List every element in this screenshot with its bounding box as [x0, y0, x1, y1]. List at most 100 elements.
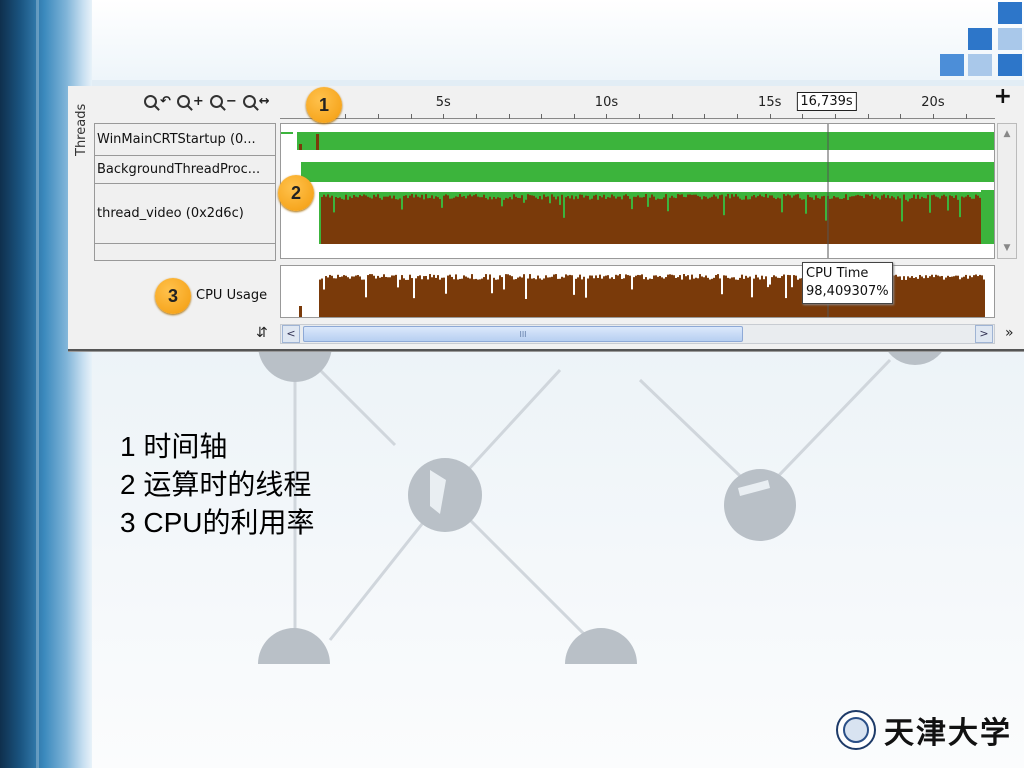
thread-video-activity: [377, 194, 379, 244]
thread-video-activity: [605, 198, 607, 244]
cpu-usage-bar: [369, 274, 371, 317]
thread-video-activity: [945, 196, 947, 244]
cpu-usage-bar: [589, 275, 591, 317]
thread-video-activity: [569, 198, 571, 244]
thread-video-activity: [831, 198, 833, 244]
thread-video-activity: [655, 199, 657, 244]
thread-video-activity: [907, 201, 909, 244]
thread-video-activity: [811, 197, 813, 244]
thread-video-activity: [477, 196, 479, 244]
thread-video-activity: [451, 198, 453, 244]
more-icon[interactable]: »: [1005, 325, 1014, 341]
thread-video-activity: [551, 194, 553, 244]
thread-video-activity: [799, 198, 801, 244]
thread-video-activity: [791, 197, 793, 244]
thread-video-activity: [429, 197, 431, 244]
zoom-out-button[interactable]: −: [209, 95, 237, 108]
thread-video-activity: [687, 194, 689, 244]
add-button[interactable]: +: [994, 84, 1012, 109]
zoom-in-button[interactable]: +: [176, 95, 204, 108]
thread-video-activity: [649, 197, 651, 244]
thread-video-activity: [943, 194, 945, 244]
thread-video-activity: [641, 197, 643, 244]
thread-video-activity: [859, 195, 861, 244]
cpu-usage-bar: [639, 275, 641, 317]
thread-video-activity: [703, 196, 705, 244]
university-logo: 天津大学: [836, 708, 1012, 752]
thread-video-activity: [537, 198, 539, 244]
profiler-window: ↶ + − ↔ 5s 10s 15s 20s 16,739s + Threads Win…: [68, 84, 1024, 351]
thread-row-label[interactable]: WinMainCRTStartup (0...: [95, 124, 275, 156]
horizontal-scrollbar[interactable]: < III >: [280, 324, 995, 344]
thread-video-activity: [583, 197, 585, 244]
thread-row-label[interactable]: BackgroundThreadProc...: [95, 156, 275, 184]
thread-video-activity: [931, 195, 933, 244]
cpu-usage-bar: [415, 278, 417, 317]
cpu-usage-bar: [501, 277, 503, 317]
callout-badge-2: 2: [278, 175, 314, 211]
scroll-right-button[interactable]: >: [975, 325, 993, 343]
cpu-usage-bar: [373, 275, 375, 317]
vertical-scrollbar[interactable]: ▲ ▼: [997, 123, 1017, 259]
cpu-usage-bar: [641, 274, 643, 317]
thread-video-activity: [709, 197, 711, 244]
thread-video-activity: [679, 194, 681, 244]
thread-video-activity: [625, 194, 627, 244]
thread-video-activity: [893, 197, 895, 244]
thread-video-activity: [761, 196, 763, 244]
thread-row-label[interactable]: thread_video (0x2d6c): [95, 184, 275, 244]
cpu-usage-bar: [337, 274, 339, 317]
seal-icon: [836, 710, 876, 750]
cpu-usage-bar: [785, 298, 787, 317]
thread-video-activity: [375, 196, 377, 244]
swap-icon[interactable]: ⇵: [256, 325, 268, 341]
scroll-thumb[interactable]: III: [303, 326, 743, 342]
thread-video-activity: [615, 198, 617, 244]
thread-video-activity: [413, 197, 415, 244]
thread-video-activity: [365, 195, 367, 244]
thread-video-activity: [819, 198, 821, 244]
thread-video-activity: [411, 194, 413, 244]
thread-video-activity: [905, 199, 907, 244]
thread-video-activity: [643, 196, 645, 244]
time-cursor-label[interactable]: 16,739s: [796, 92, 857, 111]
thread-video-activity: [973, 198, 975, 244]
scroll-down-icon[interactable]: ▼: [1000, 241, 1014, 255]
timeline-ruler[interactable]: 5s 10s 15s 20s 16,739s: [280, 86, 995, 122]
thread-video-activity: [463, 196, 465, 244]
cpu-usage-bar: [721, 294, 723, 317]
caption-item: 2 运算时的线程: [120, 469, 312, 500]
cpu-usage-bar: [727, 277, 729, 317]
cpu-usage-bar: [967, 278, 969, 317]
thread-video-activity: [757, 196, 759, 244]
cpu-usage-bar: [553, 274, 555, 317]
cpu-usage-bar: [539, 278, 541, 317]
ruler-tick: [704, 114, 706, 119]
scroll-up-icon[interactable]: ▲: [1000, 127, 1014, 141]
zoom-undo-button[interactable]: ↶: [144, 95, 171, 108]
cpu-usage-bar: [595, 275, 597, 317]
thread-video-activity: [845, 194, 847, 244]
thread-video-activity: [919, 198, 921, 244]
cpu-usage-bar: [569, 274, 571, 317]
cpu-usage-bar: [915, 277, 917, 317]
thread-video-activity: [677, 194, 679, 244]
thread-video-activity: [471, 196, 473, 244]
cpu-usage-bar: [517, 277, 519, 317]
ruler-tick: [737, 114, 739, 119]
thread-video-activity: [741, 199, 743, 244]
thread-video-activity: [795, 194, 797, 244]
cpu-usage-bar: [625, 274, 627, 317]
scroll-left-button[interactable]: <: [282, 325, 300, 343]
thread-video-activity: [417, 196, 419, 244]
cpu-usage-bar: [365, 297, 367, 317]
thread-timeline-plot[interactable]: [280, 123, 995, 259]
thread-video-activity: [917, 194, 919, 244]
cpu-usage-bar: [687, 275, 689, 317]
thread-video-activity: [659, 199, 661, 244]
cpu-usage-bar: [911, 276, 913, 317]
zoom-fit-button[interactable]: ↔: [242, 95, 270, 108]
thread-video-activity: [903, 194, 905, 244]
thread-video-activity: [575, 196, 577, 244]
cpu-usage-bar: [575, 278, 577, 317]
